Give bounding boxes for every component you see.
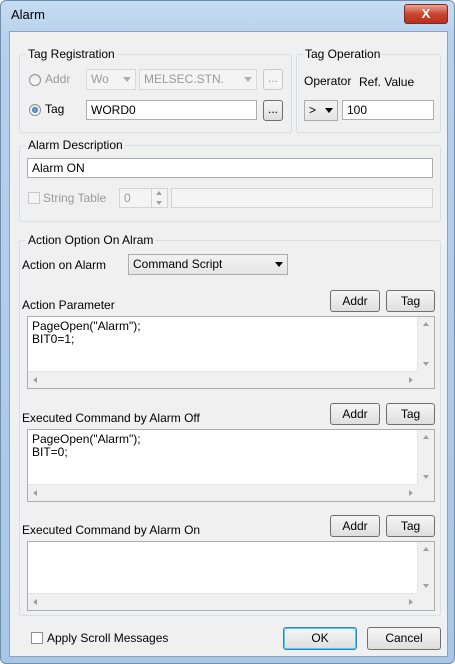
scroll-left-icon — [33, 377, 37, 383]
addr-station-combo[interactable]: MELSEC.STN. — [139, 69, 257, 90]
scroll-up-icon — [423, 322, 429, 326]
vertical-scrollbar[interactable] — [417, 542, 434, 594]
string-table-spinner[interactable] — [151, 188, 168, 208]
alarm-on-addr-button[interactable]: Addr — [330, 515, 380, 537]
alarm-description-input[interactable]: Alarm ON — [27, 158, 433, 178]
scroll-corner — [418, 485, 434, 501]
vertical-scrollbar[interactable] — [417, 317, 434, 372]
close-button[interactable]: X — [404, 4, 448, 24]
addr-station-value: MELSEC.STN. — [144, 72, 225, 86]
scroll-right-icon — [409, 599, 413, 605]
action-on-alarm-combo[interactable]: Command Script — [128, 254, 288, 275]
scroll-left-icon — [33, 599, 37, 605]
scroll-down-icon — [423, 584, 429, 588]
operator-value: > — [309, 103, 317, 117]
chevron-down-icon — [244, 77, 252, 82]
scroll-up-icon — [423, 435, 429, 439]
alarm-off-addr-button[interactable]: Addr — [330, 403, 380, 425]
tag-operation-group: Tag Operation Operator Ref. Value > 100 — [296, 47, 441, 133]
ref-value-input[interactable]: 100 — [342, 100, 434, 120]
alarm-on-tag-button[interactable]: Tag — [386, 515, 435, 537]
alarm-off-label: Executed Command by Alarm Off — [22, 411, 200, 425]
apply-scroll-checkbox[interactable] — [31, 632, 43, 644]
action-on-alarm-label: Action on Alarm — [22, 258, 107, 272]
string-table-label: String Table — [43, 191, 107, 205]
action-parameter-addr-button[interactable]: Addr — [330, 290, 380, 312]
tag-registration-label: Tag Registration — [26, 47, 117, 61]
tag-radio-label: Tag — [45, 102, 65, 116]
operator-label: Operator — [304, 74, 352, 88]
addr-device-value: Wo — [91, 72, 109, 86]
scroll-down-icon — [423, 362, 429, 366]
scroll-right-icon — [409, 490, 413, 496]
alarm-dialog: Alarm X Tag Registration Addr Wo MELSEC.… — [0, 0, 455, 664]
scroll-down-icon — [423, 475, 429, 479]
alarm-on-label: Executed Command by Alarm On — [22, 523, 201, 537]
chevron-down-icon — [325, 108, 333, 113]
scroll-up-icon — [423, 547, 429, 551]
title-bar[interactable]: Alarm X — [1, 1, 454, 29]
ref-value-label: Ref. Value — [359, 75, 415, 89]
apply-scroll-label: Apply Scroll Messages — [47, 631, 169, 645]
cancel-button[interactable]: Cancel — [367, 627, 441, 650]
chevron-down-icon — [275, 262, 283, 267]
close-icon: X — [421, 6, 431, 21]
scroll-left-icon — [33, 490, 37, 496]
alarm-description-label: Alarm Description — [26, 138, 125, 152]
action-on-alarm-value: Command Script — [133, 257, 223, 271]
alarm-off-textarea[interactable]: PageOpen("Alarm"); BIT=0; — [27, 429, 435, 502]
tag-name-input[interactable]: WORD0 — [86, 100, 257, 120]
window-title: Alarm — [11, 7, 45, 22]
alarm-off-text: PageOpen("Alarm"); BIT=0; — [32, 432, 141, 459]
scroll-corner — [418, 594, 434, 610]
string-table-text-field — [171, 188, 433, 208]
tag-radio[interactable] — [29, 104, 41, 116]
action-option-label: Action Option On Alram — [26, 233, 156, 247]
action-parameter-textarea[interactable]: PageOpen("Alarm"); BIT0=1; — [27, 316, 435, 389]
tag-browse-button[interactable]: ... — [263, 100, 283, 121]
horizontal-scrollbar[interactable] — [28, 484, 418, 501]
spin-up-icon — [156, 191, 162, 195]
dialog-body: Tag Registration Addr Wo MELSEC.STN. ...… — [9, 31, 448, 657]
operator-combo[interactable]: > — [304, 100, 338, 121]
addr-browse-button[interactable]: ... — [263, 69, 283, 90]
action-parameter-text: PageOpen("Alarm"); BIT0=1; — [32, 319, 141, 346]
alarm-off-tag-button[interactable]: Tag — [386, 403, 435, 425]
addr-radio[interactable] — [29, 74, 41, 86]
action-parameter-tag-button[interactable]: Tag — [386, 290, 435, 312]
chevron-down-icon — [123, 77, 131, 82]
tag-registration-group: Tag Registration Addr Wo MELSEC.STN. ...… — [19, 47, 292, 133]
horizontal-scrollbar[interactable] — [28, 371, 418, 388]
scroll-right-icon — [409, 377, 413, 383]
horizontal-scrollbar[interactable] — [28, 593, 418, 610]
tag-operation-label: Tag Operation — [303, 47, 383, 61]
addr-radio-label: Addr — [45, 72, 71, 86]
scroll-corner — [418, 372, 434, 388]
alarm-description-group: Alarm Description Alarm ON String Table … — [19, 138, 441, 222]
string-table-checkbox[interactable] — [28, 192, 40, 204]
addr-device-combo[interactable]: Wo — [86, 69, 136, 90]
action-option-group: Action Option On Alram Action on Alarm C… — [19, 233, 441, 616]
string-table-index-input[interactable]: 0 — [119, 188, 152, 208]
action-parameter-label: Action Parameter — [22, 298, 115, 312]
vertical-scrollbar[interactable] — [417, 430, 434, 485]
ok-button[interactable]: OK — [283, 627, 357, 650]
spin-down-icon — [156, 201, 162, 205]
alarm-on-textarea[interactable] — [27, 541, 435, 611]
